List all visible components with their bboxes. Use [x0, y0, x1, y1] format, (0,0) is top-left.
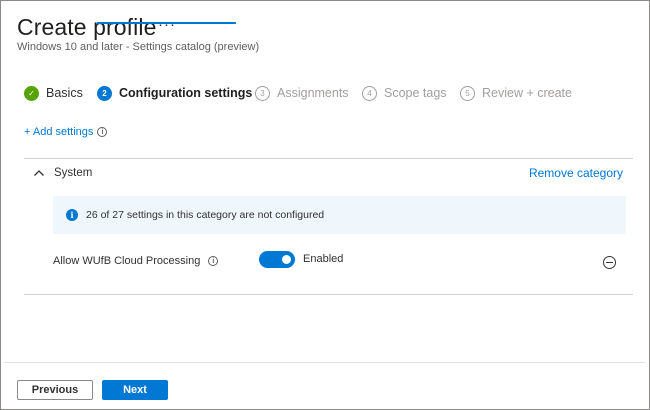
step-label: Basics: [46, 86, 83, 100]
step-configuration-settings[interactable]: 2 Configuration settings: [97, 83, 252, 103]
step-label: Scope tags: [384, 86, 447, 100]
toggle-knob: [282, 255, 291, 264]
check-icon: ✓: [24, 85, 39, 101]
page-title: Create profile: [17, 14, 157, 40]
more-options-icon[interactable]: ···: [158, 16, 176, 33]
setting-row: Allow WUfB Cloud Processing i: [53, 255, 219, 267]
add-settings-link[interactable]: + Add settings i: [24, 126, 108, 138]
step-number: 5: [460, 85, 475, 101]
toggle-label: Enabled: [303, 253, 344, 265]
step-number: 2: [97, 85, 112, 101]
setting-label: Allow WUfB Cloud Processing: [53, 255, 201, 267]
remove-setting-icon[interactable]: [603, 256, 616, 269]
divider: [24, 158, 633, 159]
divider: [24, 294, 633, 295]
previous-button[interactable]: Previous: [17, 380, 93, 400]
page-subtitle: Windows 10 and later - Settings catalog …: [17, 41, 260, 53]
step-review-create[interactable]: 5 Review + create: [460, 83, 572, 103]
info-icon: i: [66, 209, 78, 221]
info-icon[interactable]: i: [208, 256, 219, 266]
info-icon[interactable]: i: [97, 127, 108, 137]
step-scope-tags[interactable]: 4 Scope tags: [362, 83, 447, 103]
footer-divider: [5, 362, 645, 363]
step-label: Configuration settings: [119, 86, 253, 100]
remove-category-link[interactable]: Remove category: [529, 166, 623, 180]
category-toggle[interactable]: System: [33, 167, 92, 179]
step-number: 4: [362, 85, 377, 101]
add-settings-label: + Add settings: [24, 126, 94, 138]
next-button[interactable]: Next: [102, 380, 168, 400]
banner-text: 26 of 27 settings in this category are n…: [86, 209, 325, 221]
active-step-underline: [97, 22, 236, 24]
step-label: Review + create: [482, 86, 572, 100]
chevron-up-icon: [34, 170, 44, 176]
info-banner: i 26 of 27 settings in this category are…: [53, 196, 626, 234]
category-name: System: [54, 167, 93, 179]
enabled-toggle[interactable]: [259, 251, 295, 268]
step-number: 3: [255, 85, 270, 101]
step-assignments[interactable]: 3 Assignments: [255, 83, 349, 103]
wizard-steps: ✓ Basics 2 Configuration settings 3 Assi…: [24, 83, 624, 109]
step-label: Assignments: [277, 86, 349, 100]
step-basics[interactable]: ✓ Basics: [24, 83, 83, 103]
